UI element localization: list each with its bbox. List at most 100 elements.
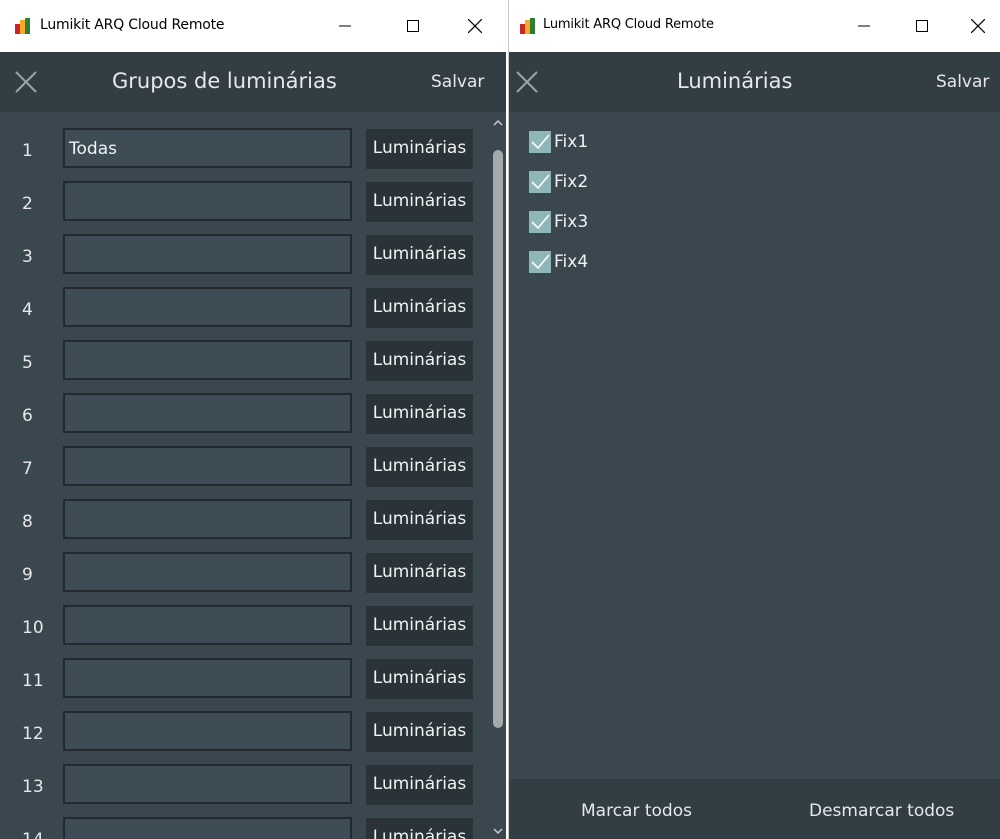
fixtures-button[interactable]: Luminárias [366, 553, 473, 593]
group-number: 12 [22, 724, 44, 744]
group-number: 7 [22, 459, 33, 479]
group-name-input[interactable] [63, 446, 352, 486]
checkbox[interactable] [529, 251, 551, 273]
minimize-icon [339, 25, 351, 27]
fixture-label: Fix2 [554, 172, 589, 192]
footer-bar: Marcar todos Desmarcar todos [509, 779, 1000, 839]
close-icon [468, 19, 482, 33]
maximize-button[interactable] [390, 0, 436, 52]
close-icon[interactable] [515, 70, 539, 94]
group-row: 4 Luminárias [0, 286, 506, 339]
checkbox[interactable] [529, 211, 551, 233]
fixture-checkbox-row[interactable]: Fix3 [529, 207, 588, 237]
close-icon [971, 19, 985, 33]
fixtures-button[interactable]: Luminárias [366, 182, 473, 222]
fixture-checkbox-row[interactable]: Fix2 [529, 167, 588, 197]
group-number: 2 [22, 194, 33, 214]
fixture-checkbox-row[interactable]: Fix1 [529, 127, 588, 157]
group-row: 3 Luminárias [0, 233, 506, 286]
checkbox[interactable] [529, 131, 551, 153]
fixture-label: Fix3 [554, 212, 589, 232]
chevron-up-icon[interactable] [493, 118, 503, 128]
group-row: 13 Luminárias [0, 763, 506, 816]
groups-window: Lumikit ARQ Cloud Remote Grupos de lumin… [0, 0, 506, 839]
window-title: Lumikit ARQ Cloud Remote [40, 17, 225, 33]
group-name-input[interactable]: Todas [63, 128, 352, 168]
checkmark-icon [531, 214, 550, 230]
fixtures-button[interactable]: Luminárias [366, 341, 473, 381]
group-name-input[interactable] [63, 711, 352, 751]
group-name-input[interactable] [63, 658, 352, 698]
fixtures-button[interactable]: Luminárias [366, 235, 473, 275]
group-name-input[interactable] [63, 605, 352, 645]
app-header: Grupos de luminárias Salvar [0, 52, 506, 112]
group-name-input[interactable] [63, 393, 352, 433]
save-button[interactable]: Salvar [431, 72, 484, 92]
group-row: 6 Luminárias [0, 392, 506, 445]
save-button[interactable]: Salvar [936, 72, 989, 92]
group-name-input[interactable] [63, 764, 352, 804]
lumikit-app-icon [15, 18, 30, 34]
group-row: 14 Luminárias [0, 816, 506, 839]
group-name-input[interactable] [63, 340, 352, 380]
group-name-input[interactable] [63, 181, 352, 221]
group-number: 8 [22, 512, 33, 532]
window-title: Lumikit ARQ Cloud Remote [543, 17, 714, 32]
chevron-down-icon[interactable] [493, 826, 503, 836]
group-number: 9 [22, 565, 33, 585]
group-name-input[interactable] [63, 234, 352, 274]
checkmark-icon [531, 174, 550, 190]
fixtures-list: Fix1 Fix2 Fix3 Fix4 [509, 112, 1000, 839]
app-header: Luminárias Salvar [509, 52, 1000, 112]
fixtures-button[interactable]: Luminárias [366, 765, 473, 805]
group-number: 11 [22, 671, 44, 691]
groups-list: 1 Todas Luminárias 2 Luminárias 3 Luminá… [0, 112, 506, 839]
fixtures-button[interactable]: Luminárias [366, 394, 473, 434]
checkbox[interactable] [529, 171, 551, 193]
minimize-button[interactable] [322, 0, 368, 52]
fixtures-button[interactable]: Luminárias [366, 129, 473, 169]
group-number: 1 [22, 141, 33, 161]
fixtures-button[interactable]: Luminárias [366, 606, 473, 646]
title-bar: Lumikit ARQ Cloud Remote [509, 0, 1000, 52]
group-number: 6 [22, 406, 33, 426]
maximize-button[interactable] [899, 0, 945, 52]
group-row: 11 Luminárias [0, 657, 506, 710]
minimize-button[interactable] [841, 0, 887, 52]
fixtures-button[interactable]: Luminárias [366, 712, 473, 752]
group-name-input[interactable] [63, 817, 352, 839]
fixtures-button[interactable]: Luminárias [366, 818, 473, 839]
title-bar: Lumikit ARQ Cloud Remote [0, 0, 506, 52]
fixture-checkbox-row[interactable]: Fix4 [529, 247, 588, 277]
group-number: 10 [22, 618, 44, 638]
fixtures-button[interactable]: Luminárias [366, 447, 473, 487]
maximize-icon [916, 20, 928, 32]
fixtures-button[interactable]: Luminárias [366, 500, 473, 540]
group-number: 13 [22, 777, 44, 797]
vertical-scrollbar[interactable] [488, 114, 506, 839]
group-row: 2 Luminárias [0, 180, 506, 233]
fixture-label: Fix4 [554, 252, 589, 272]
close-window-button[interactable] [955, 0, 1000, 52]
fixtures-button[interactable]: Luminárias [366, 288, 473, 328]
group-row: 5 Luminárias [0, 339, 506, 392]
group-row: 9 Luminárias [0, 551, 506, 604]
close-window-button[interactable] [452, 0, 498, 52]
checkmark-icon [531, 134, 550, 150]
group-number: 14 [22, 830, 44, 839]
close-icon[interactable] [14, 70, 38, 94]
group-row: 10 Luminárias [0, 604, 506, 657]
group-number: 4 [22, 300, 33, 320]
select-all-button[interactable]: Marcar todos [581, 801, 692, 821]
group-number: 5 [22, 353, 33, 373]
group-name-input[interactable] [63, 499, 352, 539]
group-name-input[interactable] [63, 552, 352, 592]
scrollbar-thumb[interactable] [493, 150, 503, 728]
deselect-all-button[interactable]: Desmarcar todos [809, 801, 954, 821]
group-name-input[interactable] [63, 287, 352, 327]
page-title: Grupos de luminárias [112, 69, 337, 93]
group-row: 8 Luminárias [0, 498, 506, 551]
fixtures-button[interactable]: Luminárias [366, 659, 473, 699]
checkmark-icon [531, 254, 550, 270]
group-row: 7 Luminárias [0, 445, 506, 498]
